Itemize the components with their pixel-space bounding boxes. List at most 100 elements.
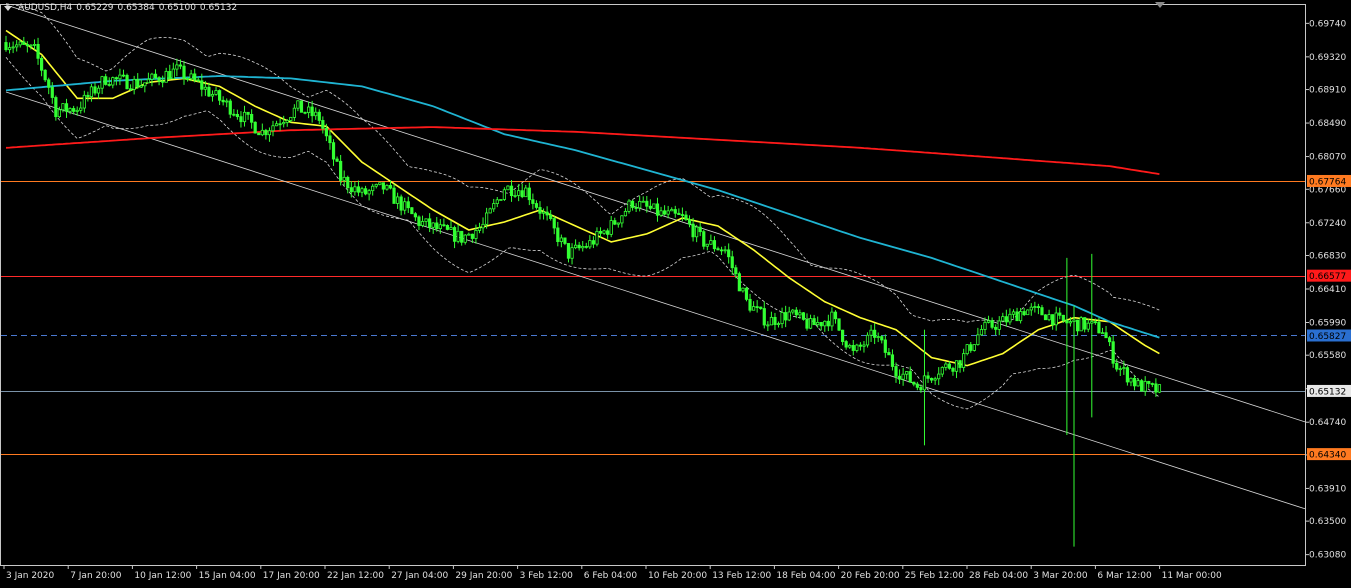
candle-body (346, 176, 350, 189)
candle-body (18, 41, 22, 46)
candle-body (883, 339, 887, 353)
candle-body (1033, 306, 1037, 308)
candle-body (695, 226, 699, 238)
candle-body (495, 199, 499, 204)
candle-body (314, 111, 318, 117)
candle-body (353, 186, 357, 193)
price-tick-label: 0.66410 (1309, 285, 1346, 295)
candle-body (1100, 332, 1105, 335)
candle-body (588, 240, 592, 248)
candle-body (210, 93, 215, 97)
candle-body (994, 326, 998, 330)
candle-body (435, 222, 439, 230)
candle-body (805, 318, 809, 329)
candle-body (132, 78, 136, 90)
ma-mid-line (5, 75, 1160, 339)
candle-body (125, 74, 129, 90)
price-tick-label: 0.65580 (1309, 351, 1346, 361)
candle-body (64, 103, 69, 112)
candle-body (680, 214, 685, 216)
candle-body (613, 220, 617, 225)
candle-body (887, 352, 891, 356)
candle-body (1154, 383, 1158, 393)
candle-body (638, 200, 642, 209)
candle-body (32, 43, 37, 46)
triangle-down-icon[interactable] (4, 5, 12, 11)
candle-body (50, 86, 54, 98)
candle-body (527, 187, 531, 201)
candle-body (723, 249, 727, 252)
candle-body (1086, 322, 1090, 330)
candle-body (250, 113, 254, 123)
candle-body (128, 88, 133, 91)
candle-body (869, 329, 873, 336)
candle-body (901, 373, 905, 380)
candle-body (1125, 367, 1129, 383)
time-tick-label: 22 Jan 12:00 (327, 571, 384, 581)
candle-body (54, 97, 58, 118)
candle-body (72, 108, 76, 112)
candle-body (1118, 368, 1122, 371)
price-tick-label: 0.66830 (1309, 251, 1346, 261)
candle-body (687, 218, 692, 225)
candle-body (755, 306, 759, 309)
candle-body (769, 316, 774, 326)
chart-shift-marker-icon[interactable] (1155, 2, 1165, 8)
candle-body (463, 234, 467, 243)
time-tick-label: 11 Mar 00:00 (1162, 571, 1222, 581)
candle-body (1001, 316, 1005, 322)
candle-body (242, 111, 247, 123)
candle-body (534, 203, 539, 208)
candle-body (168, 71, 172, 80)
candle-body (730, 256, 734, 269)
time-tick-label: 25 Feb 12:00 (905, 571, 964, 581)
candle-body (1036, 306, 1040, 308)
candle-body (442, 224, 446, 227)
candle-body (1026, 309, 1030, 316)
candle-body (780, 312, 784, 325)
candle-body (75, 109, 79, 112)
candle-body (634, 207, 638, 209)
candle-body (310, 106, 314, 117)
candle-body (922, 375, 927, 391)
candle-body (666, 210, 670, 215)
price-tick-label: 0.68490 (1309, 119, 1346, 129)
candle-body (335, 158, 339, 162)
candle-body (595, 230, 599, 245)
candle-body (175, 64, 179, 70)
candle-body (1108, 337, 1112, 343)
candle-body (1147, 380, 1151, 384)
candle-body (826, 320, 830, 327)
candle-body (876, 336, 880, 338)
candle-body (549, 214, 553, 219)
candle-body (460, 230, 464, 243)
candle-body (844, 341, 848, 348)
time-tick-label: 15 Jan 04:00 (199, 571, 256, 581)
candle-body (388, 184, 393, 189)
candle-body (1097, 321, 1101, 334)
candle-body (474, 230, 478, 239)
candle-body (766, 324, 770, 327)
candle-body (25, 44, 29, 47)
candle-body (399, 196, 403, 211)
candle-body (940, 366, 944, 375)
candle-body (1011, 311, 1016, 315)
candle-body (221, 99, 225, 103)
candle-body (164, 71, 168, 83)
candle-body (299, 100, 304, 113)
candle-body (228, 100, 232, 115)
candle-body (484, 212, 489, 225)
candle-body (1140, 380, 1144, 392)
chart-area[interactable]: 0.69740 0.69320 0.68910 0.68490 0.68070 0.676… (0, 0, 1351, 584)
channel-line-1 (5, 91, 1306, 510)
ma-long-line (5, 126, 1160, 175)
candle-body (100, 76, 104, 89)
candle-body (858, 344, 863, 347)
price-tick-label: 0.64740 (1309, 418, 1346, 428)
candle-body (235, 114, 239, 118)
price-chart[interactable]: 0.697400.693200.689100.684900.680700.676… (0, 0, 1351, 584)
low-price: 0.65100 (158, 3, 196, 13)
candle-body (719, 249, 724, 252)
candle-body (776, 323, 781, 326)
time-tick-label: 3 Mar 20:00 (1033, 571, 1088, 581)
